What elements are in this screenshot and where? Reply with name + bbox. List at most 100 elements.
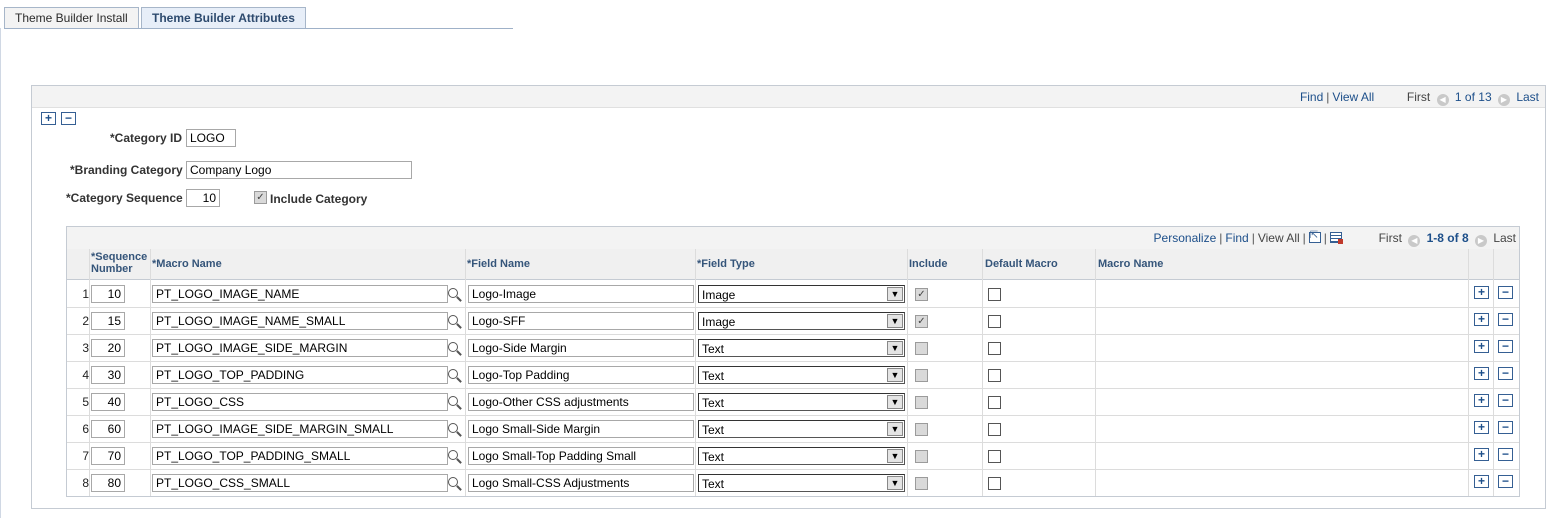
include-checkbox[interactable] <box>915 477 928 490</box>
sequence-input[interactable]: 20 <box>91 339 125 357</box>
magnifier-icon[interactable] <box>448 396 458 406</box>
branding-category-input[interactable]: Company Logo <box>186 161 412 179</box>
delete-category-button[interactable]: − <box>61 112 76 125</box>
delete-row-button[interactable]: − <box>1498 448 1513 461</box>
field-name-input[interactable]: Logo-Top Padding <box>468 366 694 384</box>
delete-row-button[interactable]: − <box>1498 286 1513 299</box>
add-row-button[interactable]: + <box>1474 475 1489 488</box>
arrow-left-icon[interactable]: ◀ <box>1408 235 1421 247</box>
tab-theme-builder-install[interactable]: Theme Builder Install <box>4 7 139 28</box>
sequence-input[interactable]: 15 <box>91 312 125 330</box>
include-category-label: Include Category <box>270 192 368 206</box>
sequence-input[interactable]: 40 <box>91 393 125 411</box>
field-name-input[interactable]: Logo-SFF <box>468 312 694 330</box>
macro-name-input[interactable]: PT_LOGO_CSS <box>152 393 448 411</box>
include-checkbox[interactable]: ✓ <box>915 288 928 301</box>
delete-row-button[interactable]: − <box>1498 394 1513 407</box>
default-macro-checkbox[interactable] <box>988 423 1001 436</box>
plus-icon: + <box>1477 447 1485 461</box>
add-row-button[interactable]: + <box>1474 421 1489 434</box>
field-type-select[interactable]: Text ▼ <box>698 447 905 465</box>
magnifier-icon[interactable] <box>448 342 458 352</box>
zoom-grid-icon[interactable] <box>1308 230 1321 243</box>
personalize-link[interactable]: Personalize <box>1154 231 1217 245</box>
category-sequence-input[interactable]: 10 <box>186 189 220 207</box>
plus-icon: + <box>1477 474 1485 488</box>
default-macro-checkbox[interactable] <box>988 477 1001 490</box>
macro-grid: Personalize|Find|View All|| First ◀ 1-8 … <box>66 226 1520 497</box>
tab-theme-builder-attributes[interactable]: Theme Builder Attributes <box>141 7 306 29</box>
magnifier-icon[interactable] <box>448 423 458 433</box>
add-row-button[interactable]: + <box>1474 448 1489 461</box>
include-category-checkbox[interactable]: ✓ <box>254 191 267 204</box>
field-name-input[interactable]: Logo Small-CSS Adjustments <box>468 474 694 492</box>
magnifier-icon[interactable] <box>448 477 458 487</box>
delete-row-button[interactable]: − <box>1498 421 1513 434</box>
magnifier-icon[interactable] <box>448 450 458 460</box>
plus-icon: + <box>1477 285 1485 299</box>
field-type-select[interactable]: Text ▼ <box>698 420 905 438</box>
field-name-input[interactable]: Logo Small-Top Padding Small <box>468 447 694 465</box>
default-macro-checkbox[interactable] <box>988 288 1001 301</box>
chevron-down-icon: ▼ <box>887 368 903 382</box>
add-row-button[interactable]: + <box>1474 286 1489 299</box>
sequence-input[interactable]: 80 <box>91 474 125 492</box>
default-macro-checkbox[interactable] <box>988 369 1001 382</box>
macro-name-input[interactable]: PT_LOGO_IMAGE_NAME <box>152 285 448 303</box>
macro-name-input[interactable]: PT_LOGO_IMAGE_SIDE_MARGIN_SMALL <box>152 420 448 438</box>
field-type-select[interactable]: Image ▼ <box>698 312 905 330</box>
arrow-right-icon[interactable]: ▶ <box>1497 94 1510 106</box>
grid-row-count: 1-8 of 8 <box>1426 231 1469 245</box>
add-row-button[interactable]: + <box>1474 394 1489 407</box>
field-type-select[interactable]: Text ▼ <box>698 393 905 411</box>
field-name-input[interactable]: Logo-Side Margin <box>468 339 694 357</box>
delete-row-button[interactable]: − <box>1498 475 1513 488</box>
default-macro-checkbox[interactable] <box>988 396 1001 409</box>
add-row-button[interactable]: + <box>1474 340 1489 353</box>
field-name-input[interactable]: Logo Small-Side Margin <box>468 420 694 438</box>
arrow-left-icon[interactable]: ◀ <box>1436 94 1449 106</box>
field-name-input[interactable]: Logo-Other CSS adjustments <box>468 393 694 411</box>
macro-name-input[interactable]: PT_LOGO_TOP_PADDING_SMALL <box>152 447 448 465</box>
field-type-select[interactable]: Text ▼ <box>698 339 905 357</box>
macro-name-input[interactable]: PT_LOGO_IMAGE_NAME_SMALL <box>152 312 448 330</box>
macro-name-input[interactable]: PT_LOGO_CSS_SMALL <box>152 474 448 492</box>
delete-row-button[interactable]: − <box>1498 367 1513 380</box>
delete-row-button[interactable]: − <box>1498 313 1513 326</box>
plus-icon: + <box>1477 366 1485 380</box>
magnifier-icon[interactable] <box>448 315 458 325</box>
include-checkbox[interactable] <box>915 423 928 436</box>
default-macro-checkbox[interactable] <box>988 315 1001 328</box>
default-macro-checkbox[interactable] <box>988 342 1001 355</box>
field-name-input[interactable]: Logo-Image <box>468 285 694 303</box>
magnifier-icon[interactable] <box>448 288 458 298</box>
macro-name-input[interactable]: PT_LOGO_TOP_PADDING <box>152 366 448 384</box>
include-checkbox[interactable] <box>915 396 928 409</box>
include-checkbox[interactable] <box>915 342 928 355</box>
field-type-select[interactable]: Image ▼ <box>698 285 905 303</box>
macro-name-input[interactable]: PT_LOGO_IMAGE_SIDE_MARGIN <box>152 339 448 357</box>
spreadsheet-download-icon[interactable] <box>1329 232 1343 244</box>
add-row-button[interactable]: + <box>1474 313 1489 326</box>
grid-view-all-link[interactable]: View All <box>1258 231 1300 245</box>
magnifier-icon[interactable] <box>448 369 458 379</box>
view-all-link[interactable]: View All <box>1332 90 1374 104</box>
include-checkbox[interactable]: ✓ <box>915 315 928 328</box>
add-category-button[interactable]: + <box>41 112 56 125</box>
field-type-select[interactable]: Text ▼ <box>698 366 905 384</box>
find-link[interactable]: Find <box>1300 90 1323 104</box>
sequence-input[interactable]: 70 <box>91 447 125 465</box>
include-checkbox[interactable] <box>915 450 928 463</box>
default-macro-checkbox[interactable] <box>988 450 1001 463</box>
sequence-input[interactable]: 10 <box>91 285 125 303</box>
delete-row-button[interactable]: − <box>1498 340 1513 353</box>
last-link[interactable]: Last <box>1516 90 1539 104</box>
include-checkbox[interactable] <box>915 369 928 382</box>
sequence-input[interactable]: 60 <box>91 420 125 438</box>
arrow-right-icon[interactable]: ▶ <box>1474 235 1487 247</box>
sequence-input[interactable]: 30 <box>91 366 125 384</box>
field-type-select[interactable]: Text ▼ <box>698 474 905 492</box>
add-row-button[interactable]: + <box>1474 367 1489 380</box>
category-id-input[interactable]: LOGO <box>186 129 236 147</box>
grid-find-link[interactable]: Find <box>1225 231 1248 245</box>
